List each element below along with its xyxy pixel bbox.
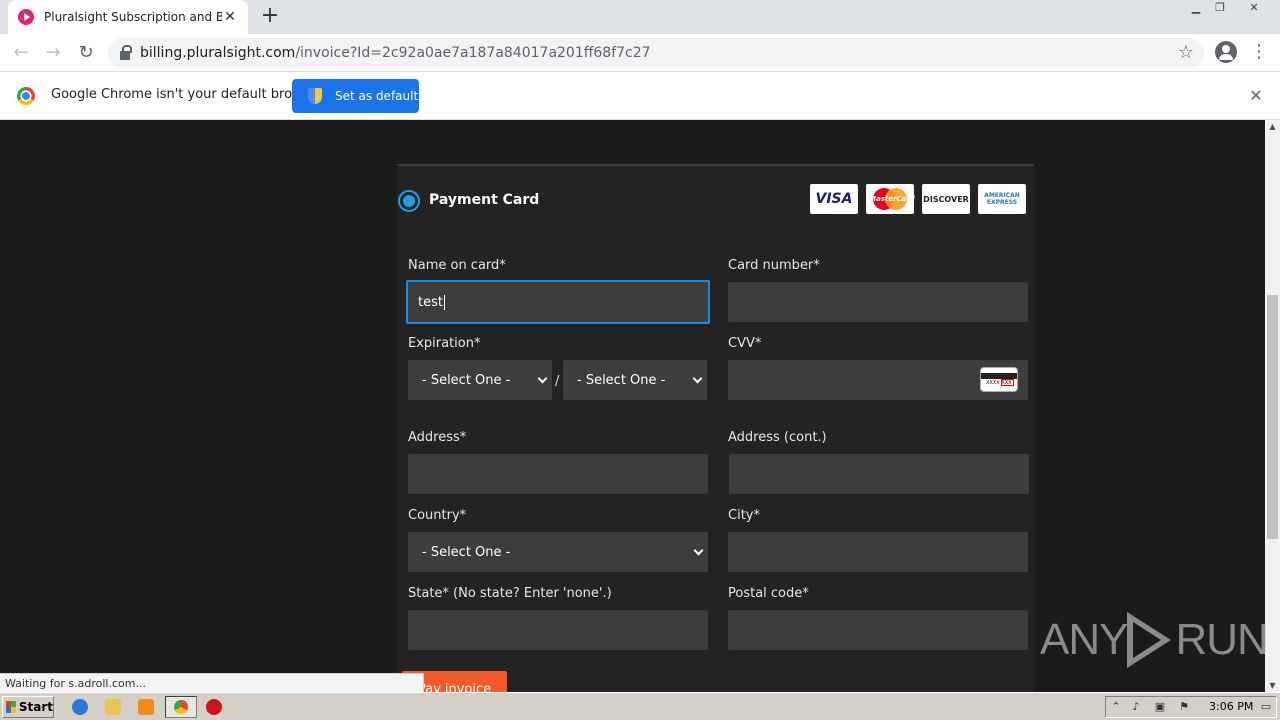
page-scrollbar[interactable]: ▲ ▼ xyxy=(1265,120,1280,692)
infobar-close-icon[interactable]: ✕ xyxy=(1247,86,1265,105)
shield-icon xyxy=(308,88,322,104)
expiration-month-select[interactable]: - Select One - xyxy=(408,360,552,400)
expiration-separator: / xyxy=(555,374,560,389)
page-viewport: Payment Card VISA MasterCard DISCOVER AM… xyxy=(0,120,1265,692)
postal-code-label: Postal code* xyxy=(728,586,809,601)
country-value: - Select One - xyxy=(422,544,511,560)
payment-card-form: Payment Card VISA MasterCard DISCOVER AM… xyxy=(397,164,1034,692)
name-on-card-value: test xyxy=(418,294,443,310)
text-caret xyxy=(443,294,445,310)
explorer-icon[interactable] xyxy=(105,699,121,715)
card-number-label: Card number* xyxy=(728,258,820,273)
city-label: City* xyxy=(728,508,760,523)
tab-strip: Pluralsight Subscription and Billing ✕ +… xyxy=(0,0,1280,34)
cvv-label: CVV* xyxy=(728,336,762,351)
default-browser-infobar: Google Chrome isn't your default browser… xyxy=(0,72,1280,120)
expiration-year-select[interactable]: - Select One - xyxy=(563,360,707,400)
payment-card-radio[interactable] xyxy=(398,190,420,212)
chrome-taskbar-button[interactable] xyxy=(165,696,197,718)
menu-kebab-icon[interactable]: ⋮ xyxy=(1250,41,1268,65)
ie-icon[interactable] xyxy=(72,699,88,715)
payment-card-title: Payment Card xyxy=(429,192,540,208)
state-label: State* (No state? Enter 'none'.) xyxy=(408,586,612,601)
media-player-icon[interactable] xyxy=(138,699,154,715)
address-label: Address* xyxy=(408,430,467,445)
watermark-left-text: ANY xyxy=(1040,615,1128,664)
expiration-month-value: - Select One - xyxy=(422,372,511,388)
set-default-label: Set as default xyxy=(335,89,419,103)
chevron-down-icon xyxy=(693,545,704,555)
name-on-card-label: Name on card* xyxy=(408,258,506,273)
windows-logo-icon xyxy=(6,701,16,713)
visa-logo-icon: VISA xyxy=(810,184,858,214)
windows-taskbar: Start ⌃ ♪ ▣ ⚑ 3:06 PM ▭ xyxy=(0,692,1280,720)
card-number-input[interactable] xyxy=(728,282,1028,322)
scroll-thumb[interactable] xyxy=(1267,295,1278,539)
start-label: Start xyxy=(18,700,53,714)
set-default-button[interactable]: Set as default xyxy=(292,79,419,113)
infobar-message: Google Chrome isn't your default browser xyxy=(51,87,323,102)
amex-logo-icon: AMERICAN EXPRESS xyxy=(978,184,1026,214)
url-text: billing.pluralsight.com/invoice?Id=2c92a… xyxy=(140,45,651,61)
new-tab-button[interactable]: + xyxy=(258,4,282,28)
state-input[interactable] xyxy=(408,610,708,650)
clock[interactable]: 3:06 PM xyxy=(1209,700,1253,713)
tray-expand-icon[interactable]: ⌃ xyxy=(1110,701,1122,713)
scroll-down-arrow-icon[interactable]: ▼ xyxy=(1265,681,1280,690)
reload-icon[interactable]: ↻ xyxy=(74,41,98,65)
anyrun-watermark: ANY RUN xyxy=(1040,608,1269,672)
bookmark-star-icon[interactable]: ☆ xyxy=(1178,42,1194,63)
start-button[interactable]: Start xyxy=(2,696,54,718)
country-label: Country* xyxy=(408,508,467,523)
network-icon[interactable]: ▣ xyxy=(1154,701,1166,713)
opera-icon[interactable] xyxy=(206,699,222,715)
chevron-down-icon xyxy=(692,373,703,383)
cvv-input[interactable]: XXXX XXX xyxy=(728,360,1028,400)
lock-icon[interactable] xyxy=(120,44,132,60)
expiration-label: Expiration* xyxy=(408,336,481,351)
action-center-flag-icon[interactable]: ⚑ xyxy=(1178,701,1190,713)
address-bar[interactable]: billing.pluralsight.com/invoice?Id=2c92a… xyxy=(108,38,1204,68)
minimize-icon[interactable]: ▁ xyxy=(1184,0,1208,18)
volume-icon[interactable]: ♪ xyxy=(1130,701,1142,713)
back-arrow-icon[interactable]: ← xyxy=(9,41,33,65)
system-tray: ⌃ ♪ ▣ ⚑ 3:06 PM ▭ xyxy=(1105,696,1277,718)
mastercard-logo-icon: MasterCard xyxy=(866,184,915,214)
restore-icon[interactable]: ❐ xyxy=(1208,0,1232,18)
tab-close-icon[interactable]: ✕ xyxy=(222,9,238,25)
cvv-card-icon: XXXX XXX xyxy=(980,367,1018,392)
pluralsight-favicon-icon xyxy=(18,9,34,25)
browser-toolbar: ← → ↻ billing.pluralsight.com/invoice?Id… xyxy=(0,34,1280,72)
address-cont-label: Address (cont.) xyxy=(728,430,827,445)
browser-tab[interactable]: Pluralsight Subscription and Billing ✕ xyxy=(8,0,248,34)
watermark-right-text: RUN xyxy=(1175,615,1268,664)
name-on-card-input[interactable]: test xyxy=(406,280,710,324)
scroll-up-arrow-icon[interactable]: ▲ xyxy=(1265,122,1280,131)
address-cont-input[interactable] xyxy=(729,454,1029,494)
loading-status-bubble: Waiting for s.adroll.com... xyxy=(0,673,424,693)
window-close-icon[interactable]: ✕ xyxy=(1242,0,1266,18)
show-desktop-icon[interactable]: ▭ xyxy=(1260,701,1272,713)
url-path: /invoice?Id=2c92a0ae7a187a84017a201ff68f… xyxy=(295,45,651,61)
profile-avatar-icon[interactable] xyxy=(1215,41,1237,63)
chrome-logo-icon xyxy=(17,87,35,105)
expiration-year-value: - Select One - xyxy=(577,372,666,388)
chevron-down-icon xyxy=(537,373,548,383)
chrome-icon xyxy=(174,700,188,714)
address-input[interactable] xyxy=(408,454,708,494)
discover-logo-icon: DISCOVER xyxy=(922,184,970,214)
play-logo-icon xyxy=(1127,610,1172,670)
url-domain: billing.pluralsight.com xyxy=(140,45,296,61)
forward-arrow-icon[interactable]: → xyxy=(41,41,65,65)
country-select[interactable]: - Select One - xyxy=(408,532,708,572)
postal-code-input[interactable] xyxy=(728,610,1028,650)
tab-title: Pluralsight Subscription and Billing xyxy=(44,10,222,24)
city-input[interactable] xyxy=(728,532,1028,572)
